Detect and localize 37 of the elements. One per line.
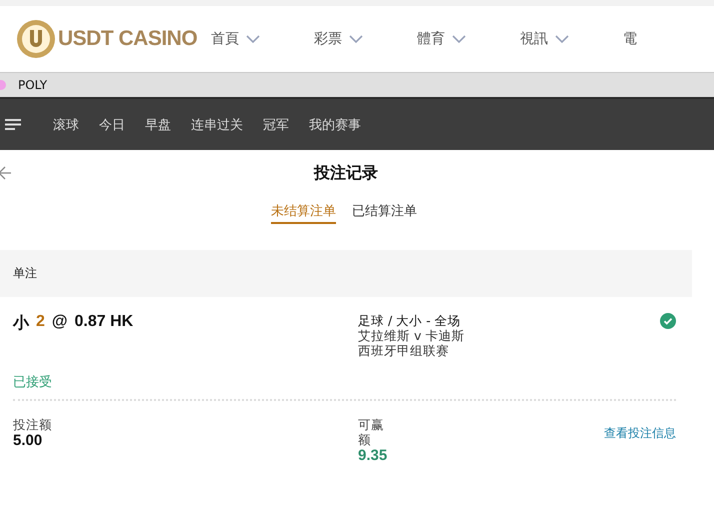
chevron-down-icon [555, 35, 570, 43]
tab[interactable]: 未结算注单 [271, 196, 336, 224]
sports-nav-link[interactable]: 早盘 [145, 116, 171, 134]
back-arrow-icon[interactable] [0, 166, 12, 180]
win-value: 9.35 [358, 447, 388, 464]
chevron-down-icon [349, 35, 364, 43]
logo-icon [16, 19, 56, 59]
sports-nav-link[interactable]: 今日 [99, 116, 125, 134]
market-text: 足球 / 大小 - 全场 [358, 313, 462, 328]
provider-label: POLY [18, 78, 48, 92]
match-text: 艾拉维斯 v 卡迪斯 [358, 328, 466, 343]
menu-icon[interactable] [5, 119, 21, 130]
sports-nav-link[interactable]: 连串过关 [191, 116, 243, 134]
stake-value: 5.00 [13, 432, 44, 449]
league-text: 西班牙甲组联赛 [358, 343, 450, 358]
bet-details-link[interactable]: 查看投注信息 [604, 425, 676, 442]
handicap-line: 2 [36, 313, 45, 332]
page-title: 投注记录 [314, 162, 378, 184]
nav-link[interactable]: 彩票 [314, 30, 418, 48]
at-sign: @ [52, 313, 68, 332]
chevron-down-icon [452, 35, 466, 43]
nav-link[interactable]: 視訊 [520, 30, 624, 48]
win-label: 可赢额 [358, 417, 385, 447]
odds-text: 0.87 HK [74, 313, 134, 332]
section-title: 单注 [13, 265, 37, 282]
selection-text: 小 [13, 314, 29, 334]
nav-link[interactable]: 體育 [417, 30, 520, 48]
stake-label: 投注额 [13, 417, 53, 432]
logo-text: USDT CASINO [58, 27, 198, 51]
status-text: 已接受 [13, 374, 53, 391]
sports-nav-link[interactable]: 我的赛事 [309, 116, 361, 134]
nav-link[interactable]: 電 [623, 30, 714, 48]
sports-nav-link[interactable]: 滚球 [53, 116, 79, 134]
sports-nav-link[interactable]: 冠军 [263, 116, 289, 134]
nav-link[interactable]: 首頁 [211, 30, 314, 48]
chevron-down-icon [246, 35, 260, 43]
tab[interactable]: 已结算注单 [352, 196, 417, 222]
